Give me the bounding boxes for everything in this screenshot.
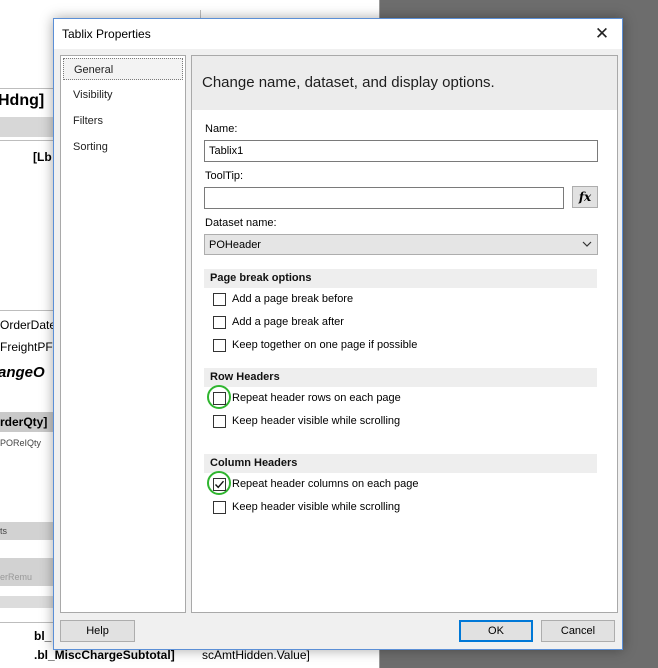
name-label: Name: — [205, 123, 238, 135]
checkbox-box[interactable] — [213, 316, 226, 329]
checkbox-box[interactable] — [213, 293, 226, 306]
page-header-text: Change name, dataset, and display option… — [202, 74, 495, 91]
close-icon: ✕ — [594, 24, 610, 43]
report-textbox: [Lb — [33, 150, 52, 164]
checkbox-label: Repeat header columns on each page — [232, 478, 419, 490]
checkbox-box[interactable] — [213, 415, 226, 428]
report-textbox: Hdng] — [0, 92, 45, 109]
report-band — [0, 117, 56, 137]
nav-item-visibility[interactable]: Visibility — [63, 84, 183, 106]
tablix-properties-dialog: Tablix Properties ✕ General Visibility F… — [53, 18, 623, 650]
general-page: Change name, dataset, and display option… — [191, 55, 618, 613]
report-textbox: .bl_MiscChargeSubtotal] — [34, 648, 175, 662]
checkbox-label: Repeat header rows on each page — [232, 392, 401, 404]
name-input[interactable]: Tablix1 — [204, 140, 598, 162]
checkbox-box[interactable] — [213, 339, 226, 352]
tooltip-input[interactable] — [204, 187, 564, 209]
report-textbox: angeO — [0, 364, 45, 381]
dataset-label: Dataset name: — [205, 217, 277, 229]
dialog-titlebar: Tablix Properties ✕ — [54, 19, 622, 49]
report-textbox: FreightPF — [0, 340, 53, 354]
checkbox-box[interactable] — [213, 478, 226, 491]
help-button[interactable]: Help — [60, 620, 135, 642]
report-band — [0, 522, 56, 540]
ok-button[interactable]: OK — [459, 620, 533, 642]
close-button[interactable]: ✕ — [582, 19, 622, 49]
tooltip-label: ToolTip: — [205, 170, 244, 182]
checkbox-label: Add a page break after — [232, 316, 344, 328]
cancel-button[interactable]: Cancel — [541, 620, 615, 642]
report-textbox: OrderDate — [0, 318, 57, 332]
report-textbox: rderQty] — [0, 415, 48, 429]
checkbox-label: Keep header visible while scrolling — [232, 415, 401, 427]
expression-button[interactable]: fx — [572, 186, 598, 208]
checkbox-box[interactable] — [213, 501, 226, 514]
checkbox-box[interactable] — [213, 392, 226, 405]
report-textbox: erRemu — [0, 572, 33, 582]
column-headers-section-header: Column Headers — [204, 454, 597, 473]
checkmark-icon — [214, 480, 225, 489]
dataset-value: POHeader — [209, 239, 261, 251]
nav-item-label: Sorting — [73, 141, 108, 153]
nav-item-sorting[interactable]: Sorting — [63, 136, 183, 158]
report-textbox: scAmtHidden.Value] — [202, 648, 310, 662]
row-headers-section-header: Row Headers — [204, 368, 597, 387]
nav-item-label: General — [74, 64, 114, 76]
nav-item-filters[interactable]: Filters — [63, 110, 183, 132]
report-textbox: bl_ — [34, 629, 52, 643]
page-header: Change name, dataset, and display option… — [192, 56, 617, 110]
page-break-section-header: Page break options — [204, 269, 597, 288]
report-textbox: POReIQty — [0, 438, 42, 448]
checkbox-label: Keep together on one page if possible — [232, 339, 418, 351]
nav-item-label: Visibility — [73, 89, 113, 101]
property-pages-nav: General Visibility Filters Sorting — [60, 55, 186, 613]
report-textbox: ts — [0, 526, 8, 536]
dialog-title: Tablix Properties — [62, 27, 151, 41]
nav-item-general[interactable]: General — [63, 58, 183, 80]
checkbox-label: Add a page break before — [232, 293, 354, 305]
report-band — [0, 596, 56, 608]
chevron-down-icon — [582, 241, 592, 247]
fx-icon: fx — [578, 190, 592, 204]
nav-item-label: Filters — [73, 115, 103, 127]
dataset-select[interactable]: POHeader — [204, 234, 598, 255]
checkbox-label: Keep header visible while scrolling — [232, 501, 401, 513]
